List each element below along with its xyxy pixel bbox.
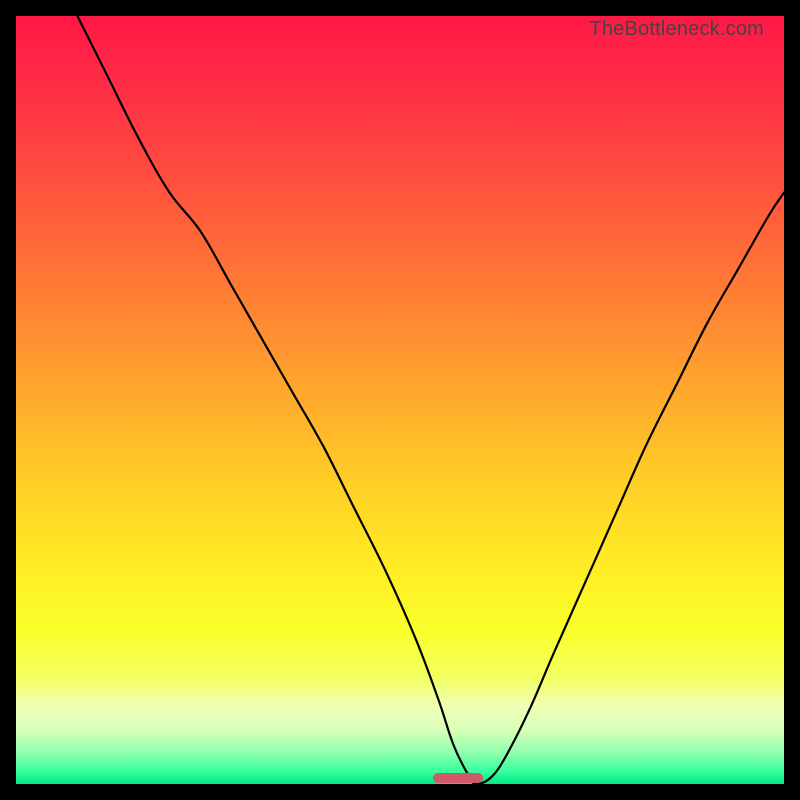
optimal-marker: [433, 773, 483, 783]
plot-area: TheBottleneck.com: [16, 16, 784, 784]
chart-frame: TheBottleneck.com: [0, 0, 800, 800]
bottleneck-curve: [16, 16, 784, 784]
curve-path: [77, 16, 784, 784]
